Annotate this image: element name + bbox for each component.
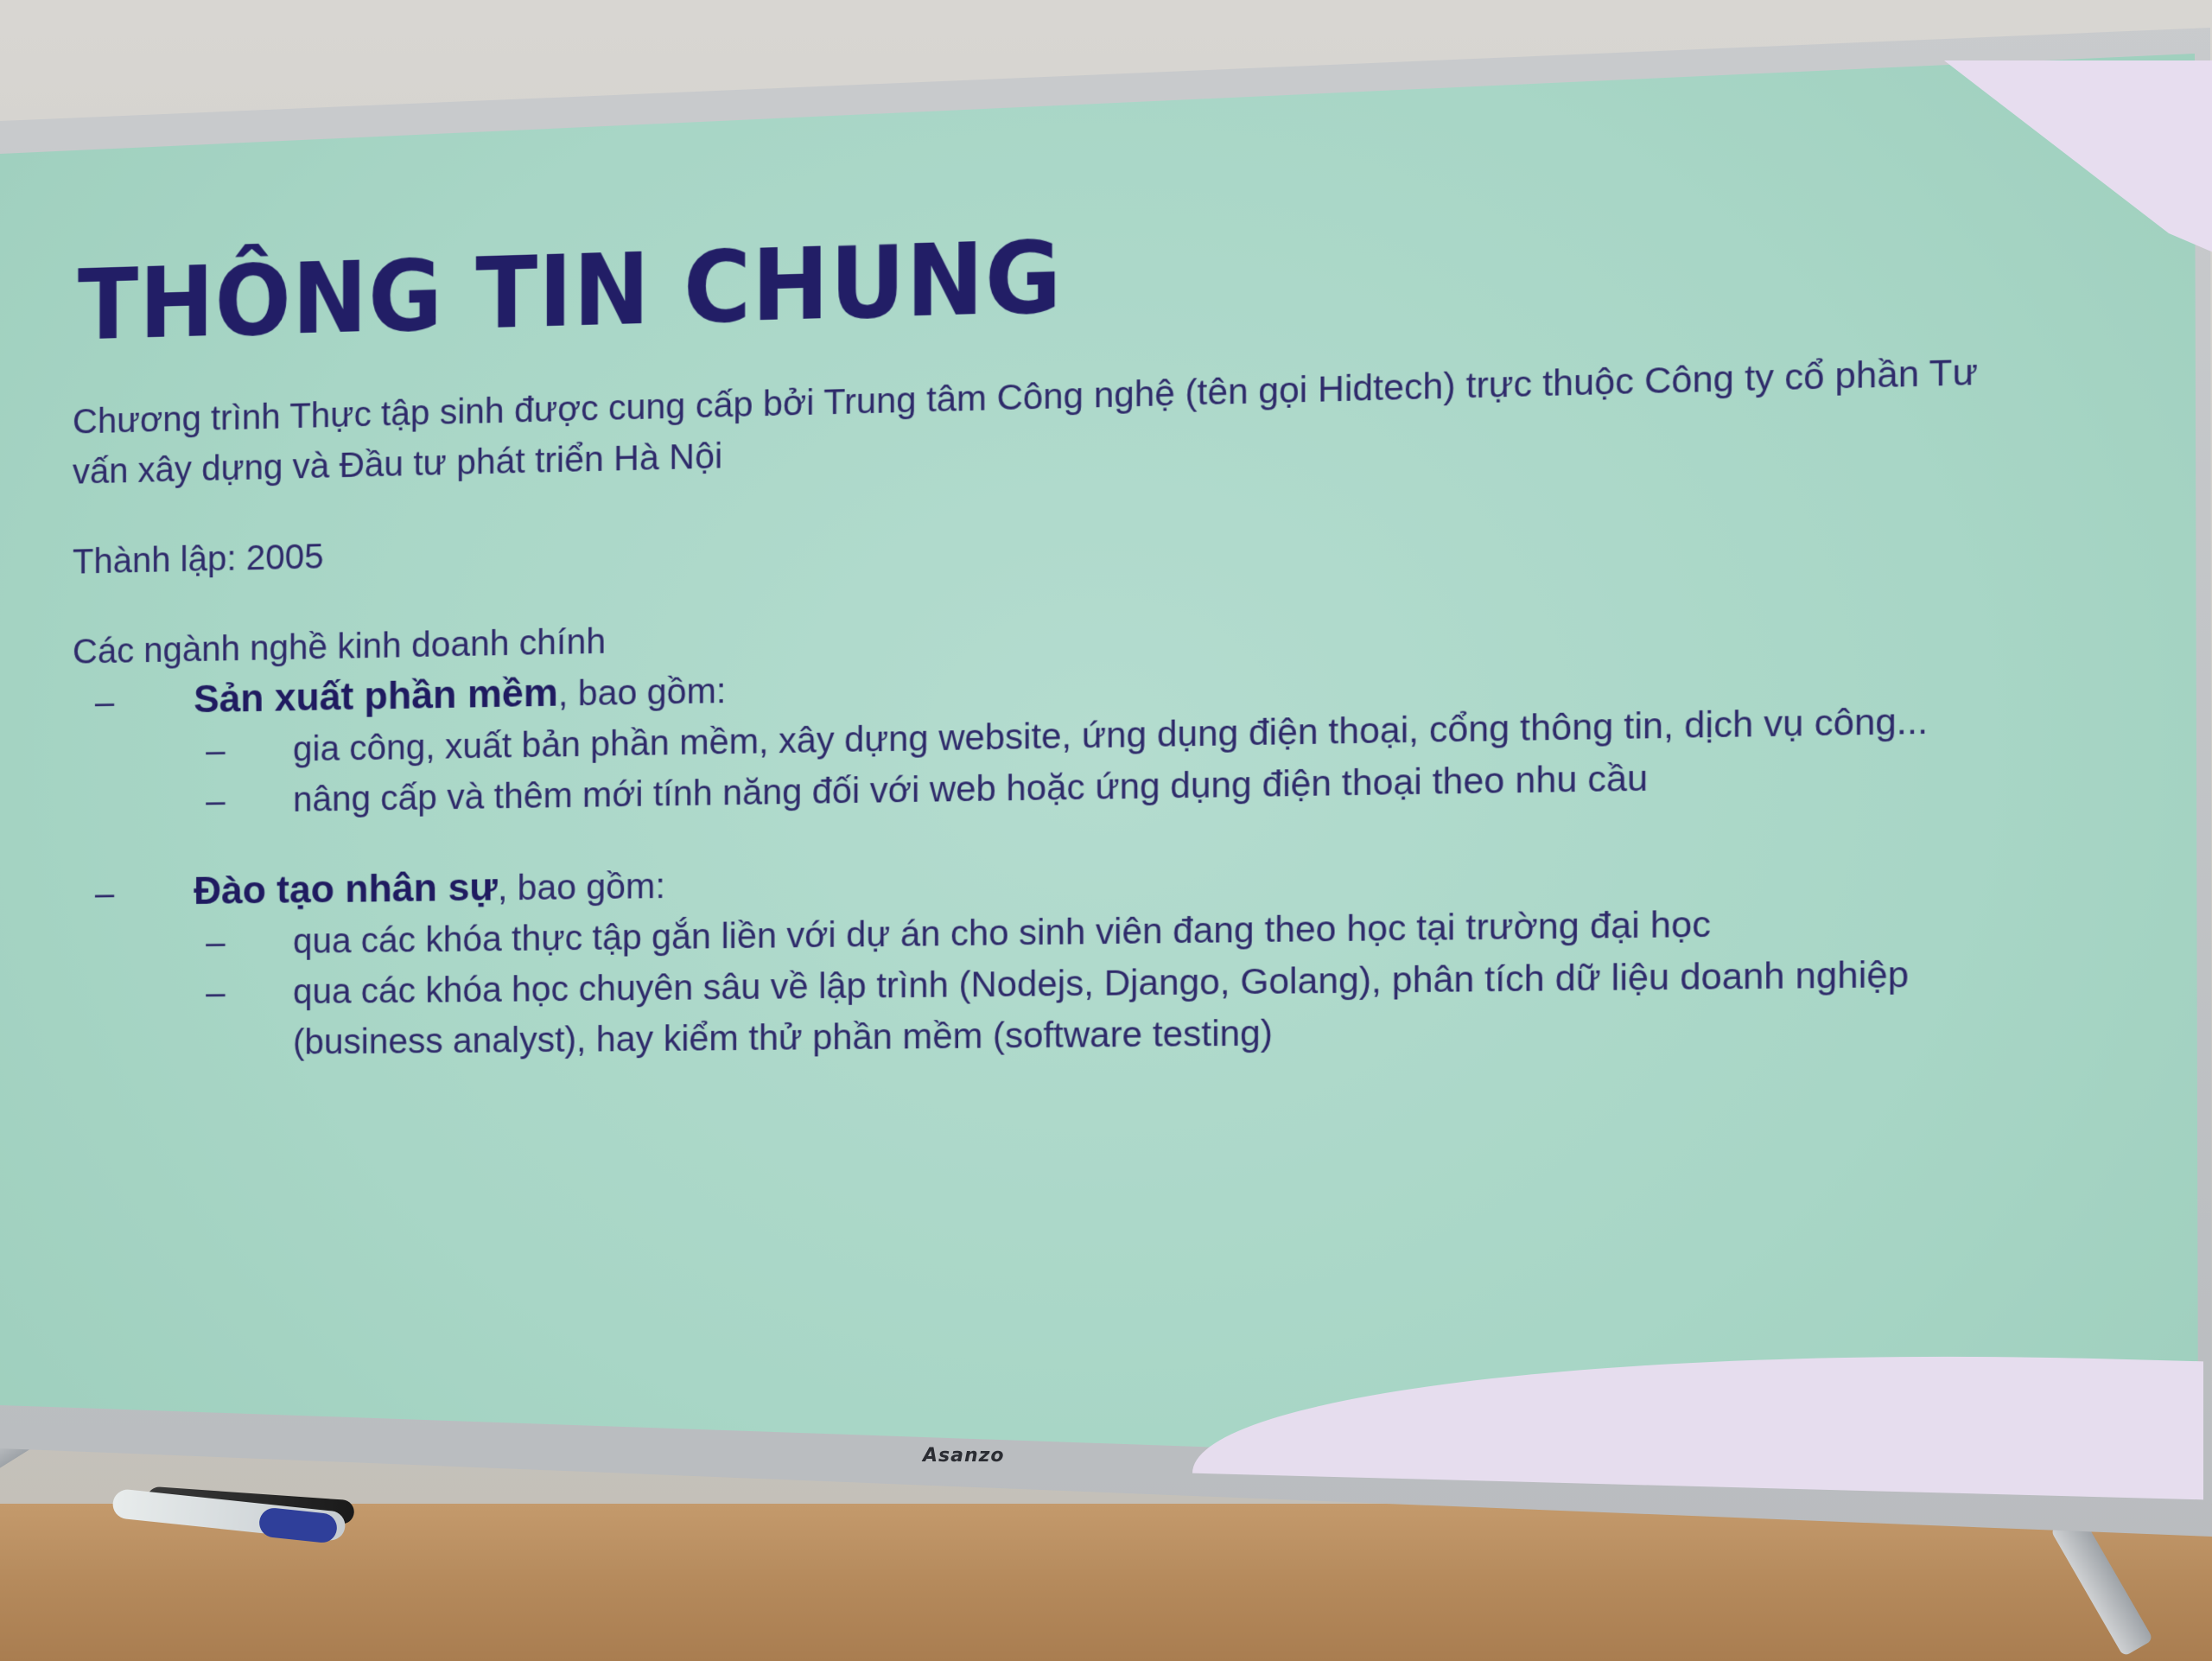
dash-bullet: –: [206, 731, 226, 771]
slide-title: THÔNG TIN CHUNG: [77, 220, 1063, 363]
dash-bullet: –: [206, 781, 226, 821]
photo-scene: Asanzo THÔNG TIN CHUNG Chương trình Thực…: [0, 0, 2212, 1661]
section-title-software: Sản xuất phần mềm: [194, 671, 558, 722]
dash-bullet: –: [206, 923, 226, 963]
tv-brand-logo: Asanzo: [923, 1445, 1005, 1467]
presentation-slide: THÔNG TIN CHUNG Chương trình Thực tập si…: [60, 146, 2212, 1070]
section-title-training: Đào tạo nhân sự: [194, 866, 498, 913]
dash-bullet: –: [206, 973, 226, 1013]
section-suffix: , bao gồm:: [557, 671, 727, 714]
dash-bullet: –: [94, 875, 115, 913]
section-suffix: , bao gồm:: [497, 867, 665, 908]
dash-bullet: –: [94, 683, 115, 722]
